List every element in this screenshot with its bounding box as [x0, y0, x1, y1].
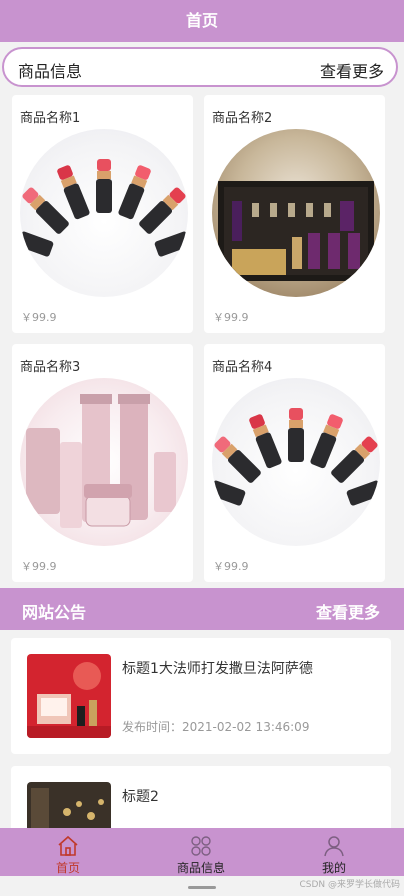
- product-price: ￥99.9: [21, 560, 57, 573]
- notice-item[interactable]: 标题1大法师打发撒旦法阿萨德 发布时间：2021-02-02 13:46:09: [11, 638, 391, 754]
- grid-icon: [189, 834, 213, 858]
- notice-title: 标题2: [122, 789, 159, 805]
- notice-view-more-link[interactable]: 查看更多: [316, 599, 380, 623]
- product-section-header: 商品信息 查看更多: [2, 47, 398, 87]
- home-indicator[interactable]: [188, 886, 216, 889]
- product-card[interactable]: 商品名称4 ￥99.9: [204, 344, 385, 582]
- product-view-more-link[interactable]: 查看更多: [320, 58, 384, 82]
- product-card[interactable]: 商品名称2 ￥99.9: [204, 95, 385, 333]
- notice-time: 发布时间：2021-02-02 13:46:09: [122, 720, 310, 734]
- notice-image: [27, 654, 111, 738]
- product-price: ￥99.9: [213, 311, 249, 324]
- product-name: 商品名称1: [20, 111, 81, 126]
- tab-products[interactable]: 商品信息: [151, 828, 251, 876]
- tab-mine[interactable]: 我的: [284, 828, 384, 876]
- product-price: ￥99.9: [21, 311, 57, 324]
- watermark: CSDN @来罗学长做代码: [299, 880, 400, 890]
- product-card[interactable]: 商品名称1 ￥99.9: [12, 95, 193, 333]
- product-section-title: 商品信息: [18, 62, 83, 81]
- product-image[interactable]: [212, 378, 380, 546]
- notice-title: 标题1大法师打发撒旦法阿萨德: [122, 661, 313, 677]
- product-name: 商品名称4: [212, 360, 273, 375]
- product-image[interactable]: [212, 129, 380, 297]
- user-icon: [322, 834, 346, 858]
- product-name: 商品名称2: [212, 111, 273, 126]
- notice-section-header: 网站公告 查看更多: [0, 588, 404, 630]
- notice-section-title: 网站公告: [22, 603, 87, 622]
- page-title: 首页: [0, 0, 404, 42]
- product-price: ￥99.9: [213, 560, 249, 573]
- tab-mine-label: 我的: [321, 861, 346, 875]
- product-card[interactable]: 商品名称3 ￥99.9: [12, 344, 193, 582]
- notice-item[interactable]: 标题2: [11, 766, 391, 836]
- bottom-tab-bar: 首页 商品信息 我的: [0, 828, 404, 876]
- home-icon: [56, 834, 80, 858]
- product-image[interactable]: [20, 129, 188, 297]
- product-image[interactable]: [20, 378, 188, 546]
- tab-home[interactable]: 首页: [18, 828, 118, 876]
- product-name: 商品名称3: [20, 360, 81, 375]
- tab-home-label: 首页: [55, 861, 80, 875]
- tab-products-label: 商品信息: [176, 861, 225, 875]
